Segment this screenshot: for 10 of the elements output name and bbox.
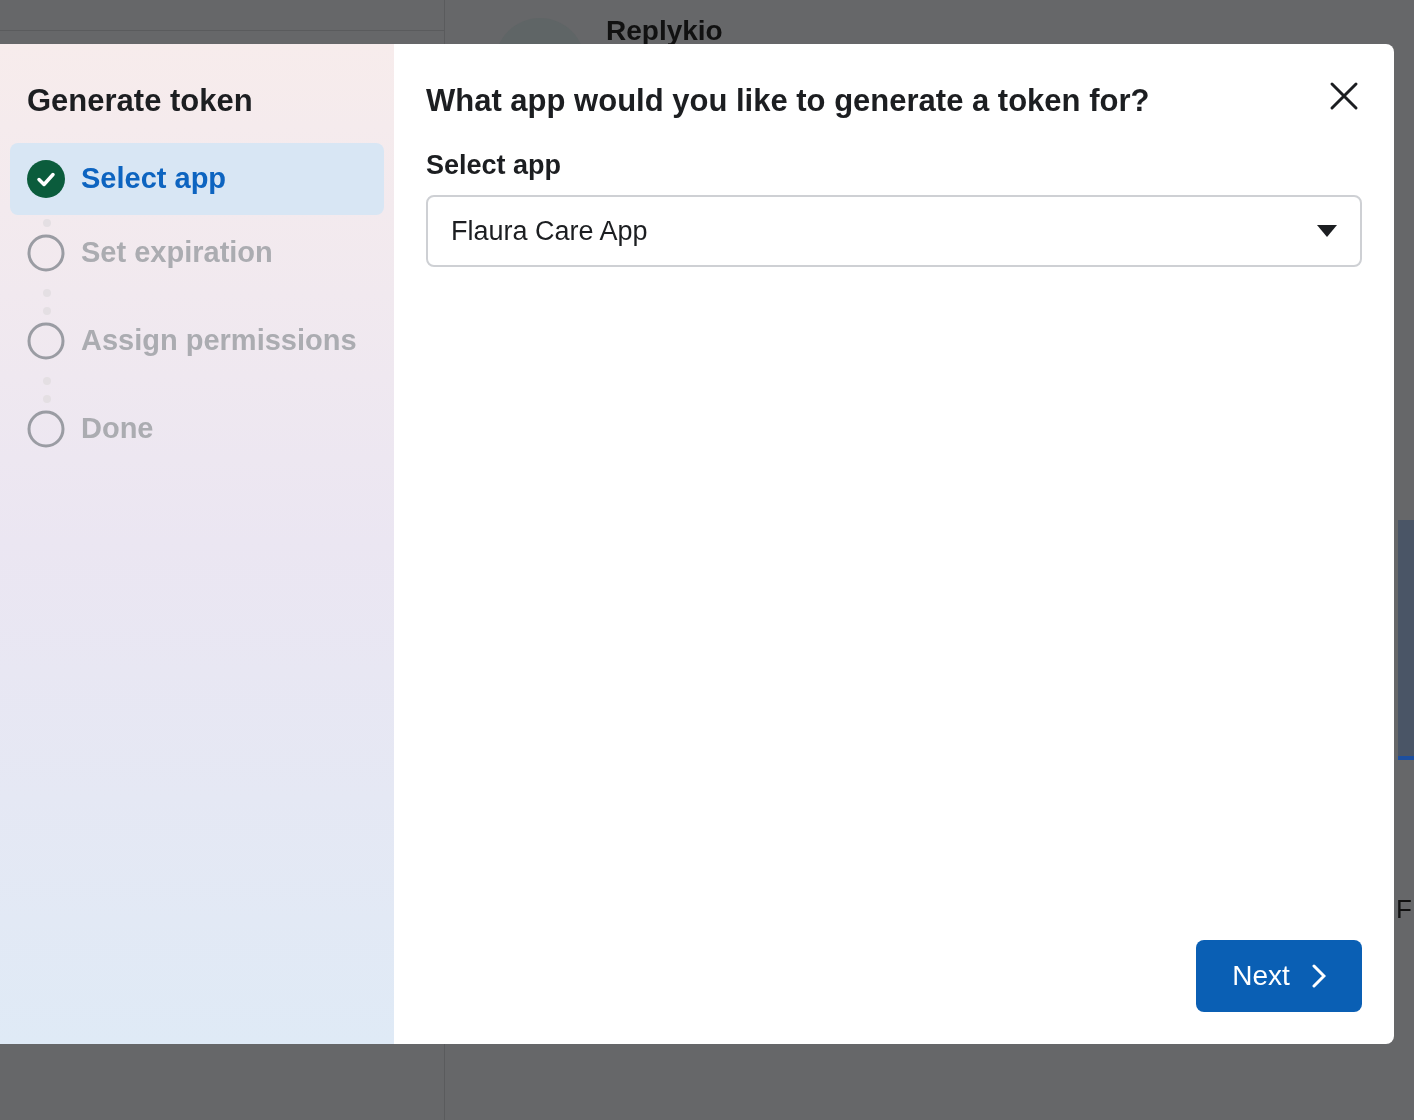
dialog-heading: What app would you like to generate a token for? <box>426 82 1150 120</box>
field-label: Select app <box>426 148 563 182</box>
chevron-right-icon <box>1311 964 1326 988</box>
next-button[interactable]: Next <box>1196 940 1362 1012</box>
sidebar-title: Generate token <box>26 82 254 120</box>
app-select[interactable]: Flaura Care App <box>426 195 1362 267</box>
step-item[interactable]: Select app <box>10 142 384 215</box>
page-text: F <box>1396 893 1412 926</box>
caret-icon <box>1317 225 1337 237</box>
page-title: Replykio <box>606 14 723 48</box>
